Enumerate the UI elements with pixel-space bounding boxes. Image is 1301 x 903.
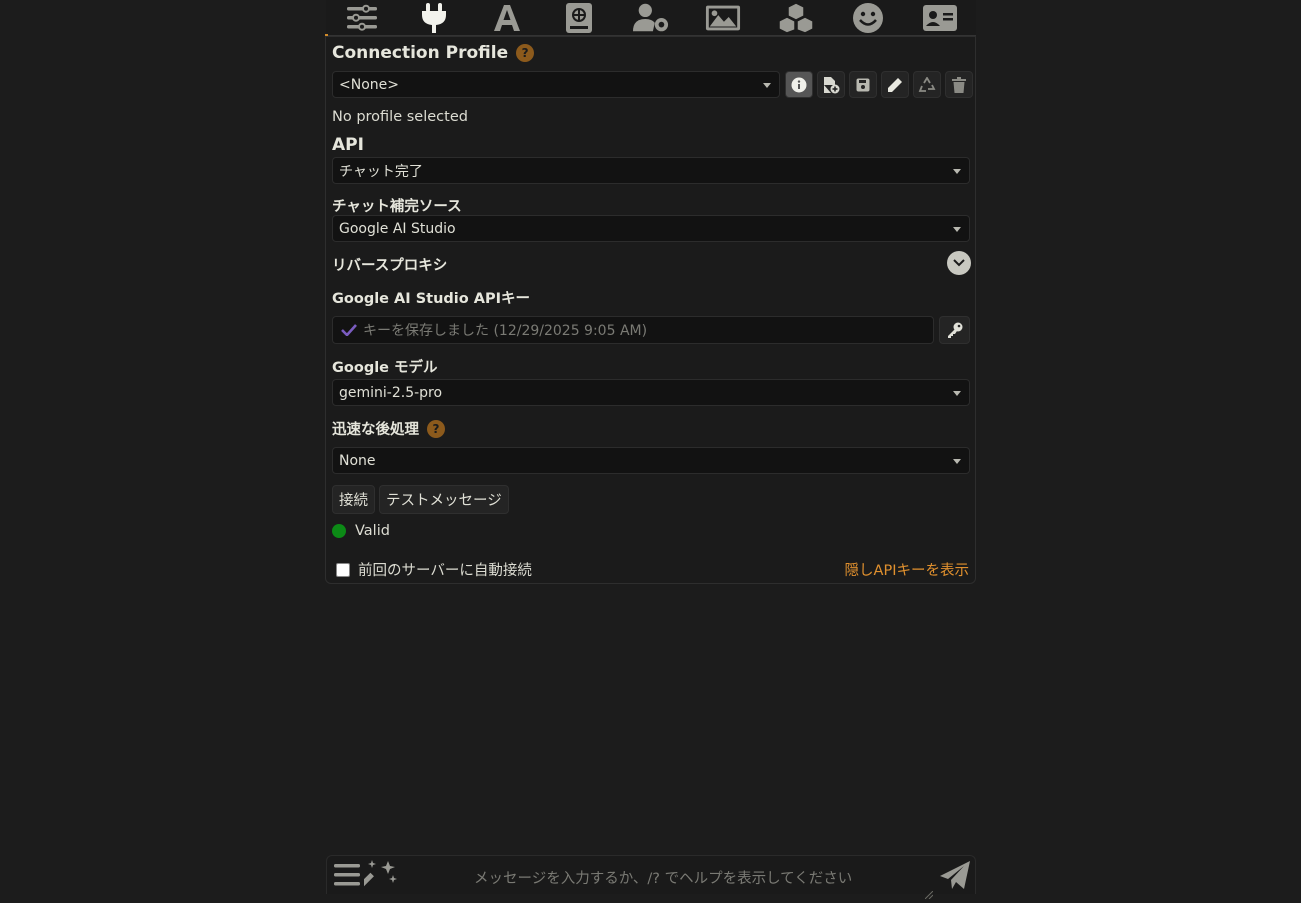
model-select-value: gemini-2.5-pro xyxy=(339,384,443,401)
chevron-down-icon xyxy=(953,391,961,396)
message-composer: メッセージを入力するか、/? でヘルプを表示してください xyxy=(326,855,976,900)
api-select[interactable]: チャット完了 xyxy=(332,157,970,184)
status-indicator xyxy=(332,524,346,538)
font-a-icon[interactable] xyxy=(489,1,525,35)
file-add-icon[interactable] xyxy=(817,71,845,98)
reverse-proxy-label[interactable]: リバースプロキシ xyxy=(332,254,447,275)
message-input[interactable]: メッセージを入力するか、/? でヘルプを表示してください xyxy=(474,867,852,888)
connection-profile-select-value: <None> xyxy=(339,76,399,93)
api-label: API xyxy=(332,135,364,155)
api-connections-panel: Connection Profile ? <None> No profile s… xyxy=(325,36,976,584)
chat-source-select[interactable]: Google AI Studio xyxy=(332,215,970,242)
id-card-icon[interactable] xyxy=(922,1,958,35)
show-hidden-keys-link[interactable]: 隠しAPIキーを表示 xyxy=(845,559,969,580)
model-select[interactable]: gemini-2.5-pro xyxy=(332,379,970,406)
menu-icon[interactable] xyxy=(333,862,361,892)
chat-source-label: チャット補完ソース xyxy=(332,199,462,215)
connection-profile-title: Connection Profile xyxy=(332,43,509,63)
status-text: Valid xyxy=(355,523,390,539)
chat-source-select-value: Google AI Studio xyxy=(339,220,456,237)
auto-connect-label[interactable]: 前回のサーバーに自動接続 xyxy=(358,559,532,580)
smile-icon[interactable] xyxy=(850,1,886,35)
send-icon[interactable] xyxy=(939,860,971,894)
chevron-down-icon xyxy=(953,169,961,174)
check-icon xyxy=(341,324,357,336)
postprocess-select[interactable]: None xyxy=(332,447,970,474)
plug-icon[interactable] xyxy=(416,1,452,35)
api-key-label: Google AI Studio APIキー xyxy=(332,291,531,307)
info-icon[interactable] xyxy=(785,71,813,98)
model-label: Google モデル xyxy=(332,360,438,376)
image-icon[interactable] xyxy=(705,1,741,35)
api-key-placeholder: キーを保存しました (12/29/2025 9:05 AM) xyxy=(363,323,648,339)
connect-button[interactable]: 接続 xyxy=(332,485,375,514)
chevron-down-icon xyxy=(763,83,771,88)
postprocess-label: 迅速な後処理 xyxy=(332,422,419,438)
postprocess-select-value: None xyxy=(339,452,376,469)
top-nav-bar xyxy=(326,0,976,36)
magic-wand-icon[interactable] xyxy=(354,859,398,895)
pencil-icon[interactable] xyxy=(881,71,909,98)
cubes-icon[interactable] xyxy=(777,1,814,35)
connection-profile-select[interactable]: <None> xyxy=(332,71,780,98)
trash-icon[interactable] xyxy=(945,71,973,98)
sliders-icon[interactable] xyxy=(344,1,380,35)
save-icon[interactable] xyxy=(849,71,877,98)
profile-status-text: No profile selected xyxy=(332,109,468,125)
api-select-value: チャット完了 xyxy=(339,163,423,180)
postprocess-help-icon[interactable]: ? xyxy=(427,419,445,438)
chevron-down-icon xyxy=(953,227,961,232)
book-globe-icon[interactable] xyxy=(561,1,597,35)
test-message-button[interactable]: テストメッセージ xyxy=(379,485,509,514)
profile-toolbar xyxy=(785,71,973,98)
api-key-input[interactable]: キーを保存しました (12/29/2025 9:05 AM) xyxy=(332,316,934,344)
reverse-proxy-expand-icon[interactable] xyxy=(947,251,971,275)
recycle-icon[interactable] xyxy=(913,71,941,98)
key-icon[interactable] xyxy=(939,316,970,344)
chevron-down-icon xyxy=(953,459,961,464)
user-gear-icon[interactable] xyxy=(633,1,669,35)
auto-connect-checkbox[interactable] xyxy=(336,562,350,577)
connection-profile-help-icon[interactable]: ? xyxy=(516,44,535,62)
